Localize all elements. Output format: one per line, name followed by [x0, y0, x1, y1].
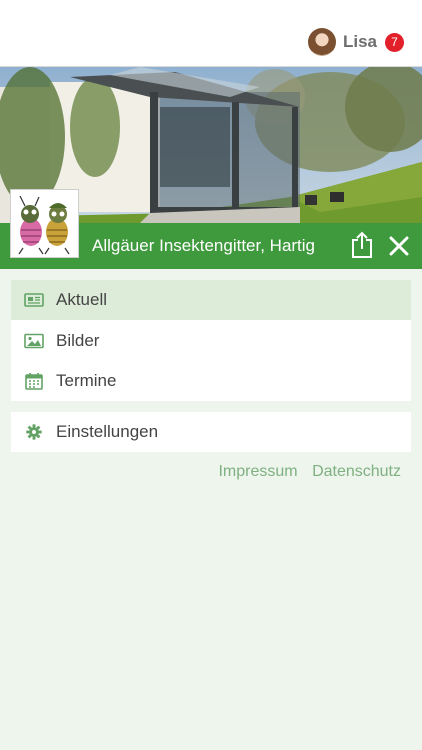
impressum-link[interactable]: Impressum: [218, 463, 297, 480]
settings-menu: Einstellungen: [11, 412, 411, 452]
image-icon: [24, 333, 44, 348]
main-menu: Aktuell Bilder Termine: [11, 280, 411, 402]
settings-label: Einstellungen: [56, 422, 159, 441]
menu-item-aktuell[interactable]: Aktuell: [11, 280, 411, 320]
user-name[interactable]: Lisa: [343, 32, 377, 52]
close-icon[interactable]: [388, 235, 410, 257]
store-logo: [10, 189, 79, 258]
footer-links: Impressum Datenschutz: [208, 463, 401, 481]
store-title: Allgäuer Insektengitter, Hartig: [92, 236, 316, 255]
menu-item-label: Aktuell: [56, 290, 108, 309]
menu-item-einstellungen[interactable]: Einstellungen: [11, 412, 411, 452]
calendar-icon: [25, 373, 43, 391]
avatar[interactable]: [307, 28, 336, 56]
user-profile[interactable]: Lisa 7: [307, 28, 404, 56]
menu-item-label: Bilder: [56, 330, 100, 350]
top-bar: Lisa 7: [0, 0, 422, 67]
menu-item-label: Termine: [56, 371, 117, 391]
datenschutz-link[interactable]: Datenschutz: [312, 463, 401, 480]
gear-icon: [26, 424, 42, 440]
menu-item-bilder[interactable]: Bilder: [11, 321, 411, 361]
newspaper-icon: [24, 293, 44, 307]
share-icon[interactable]: [350, 231, 374, 259]
menu-item-termine[interactable]: Termine: [11, 361, 411, 401]
notification-badge[interactable]: 7: [385, 32, 404, 52]
